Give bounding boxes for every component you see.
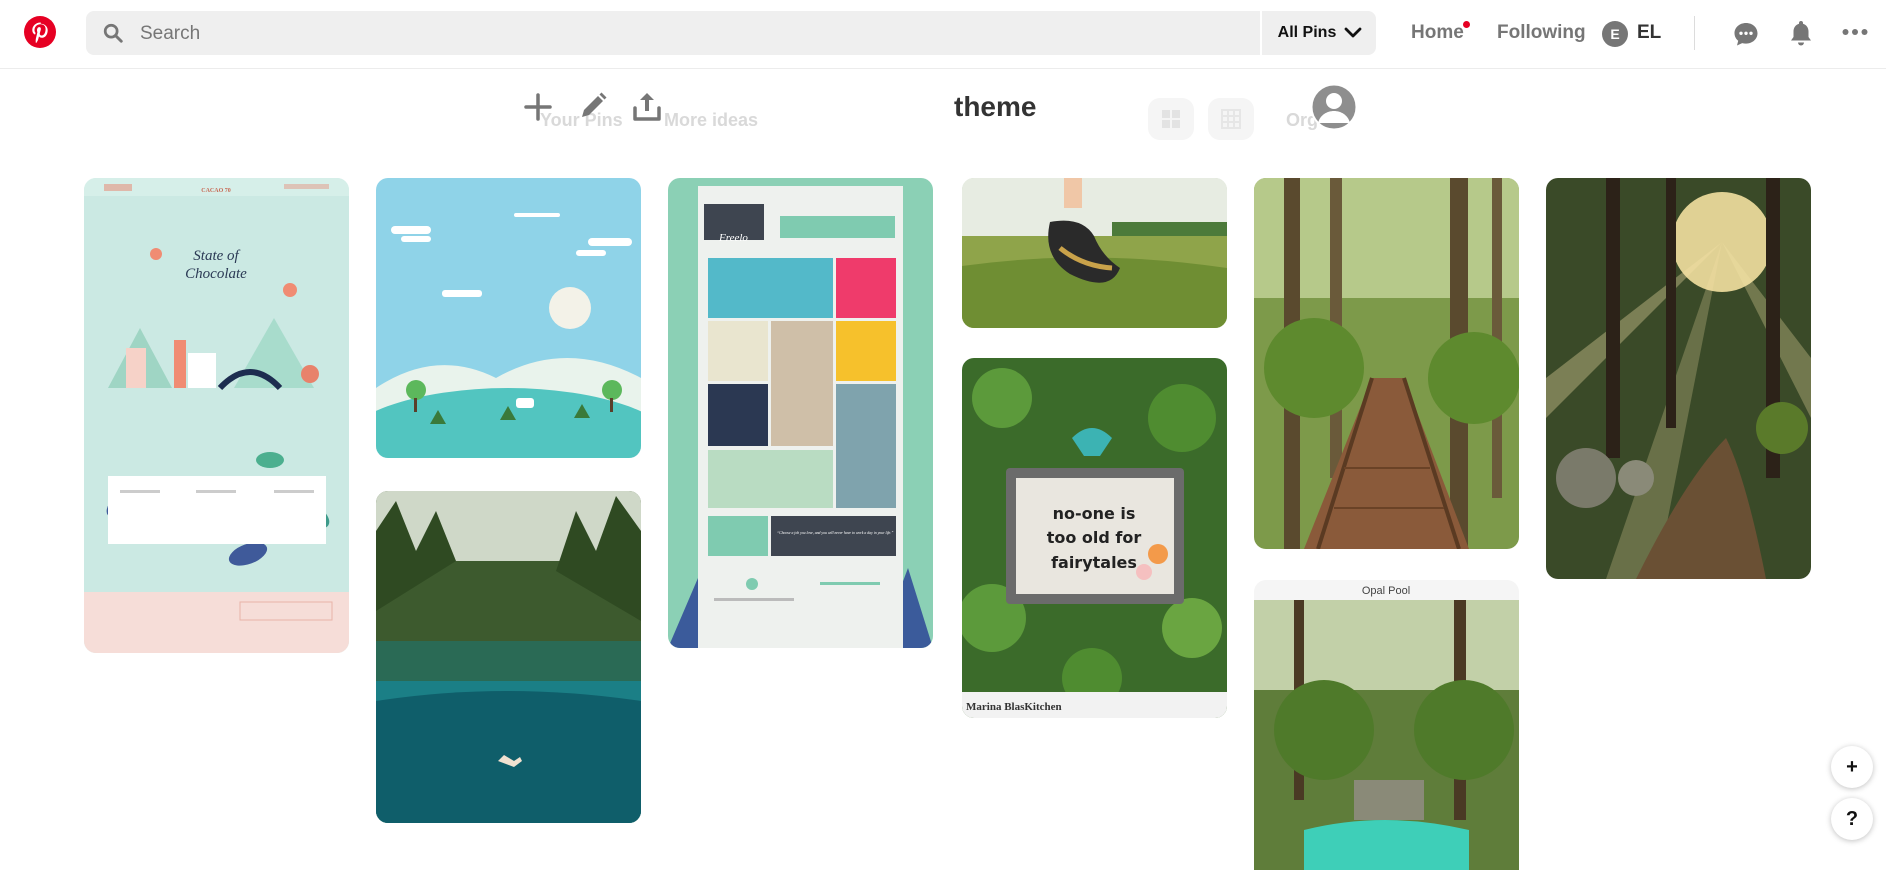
home-notification-dot: [1463, 21, 1470, 28]
pin-opal-pool[interactable]: Opal Pool: [1254, 580, 1519, 870]
nav-home[interactable]: Home: [1411, 22, 1464, 44]
cacao-headline-1: State of: [193, 248, 240, 264]
freelo-label: Freelo: [718, 232, 748, 244]
opal-pool-caption: Opal Pool: [1362, 585, 1410, 597]
search-bar: All Pins: [86, 11, 1376, 57]
search-icon: [103, 23, 123, 43]
chevron-down-icon: [1344, 27, 1362, 38]
share-icon[interactable]: [632, 90, 662, 122]
pin-cacao-website[interactable]: CACAO 70 State of Chocolate: [84, 178, 349, 653]
header-divider: [1694, 16, 1695, 50]
pin-sneakers-field[interactable]: [962, 178, 1227, 328]
pin-lake-swimmer[interactable]: [376, 491, 641, 823]
more-icon[interactable]: [1842, 28, 1868, 36]
avatar[interactable]: E: [1602, 21, 1628, 47]
fairytale-text-1: no-one is: [1053, 504, 1136, 523]
search-divider: [1260, 11, 1262, 55]
user-name[interactable]: EL: [1637, 22, 1661, 44]
search-filter-label: All Pins: [1277, 24, 1337, 41]
pin-sunrays-forest[interactable]: [1546, 178, 1811, 579]
edit-icon[interactable]: [578, 91, 608, 121]
pinterest-logo[interactable]: [24, 16, 56, 48]
pin-fairytales-frame[interactable]: no-one is too old for fairytales Marina …: [962, 358, 1227, 718]
board-title: theme: [954, 91, 1037, 122]
view-toggle-compact[interactable]: [1208, 98, 1254, 140]
top-header: All Pins Home Following E EL: [0, 0, 1886, 69]
fairytale-caption: Marina BlasKitchen: [966, 701, 1062, 713]
floating-add-button[interactable]: +: [1831, 746, 1873, 788]
pin-camping-illustration[interactable]: [376, 178, 641, 458]
profile-avatar[interactable]: [1310, 83, 1358, 131]
tab-more-ideas[interactable]: More ideas: [664, 110, 758, 131]
search-input[interactable]: [138, 11, 1142, 57]
notifications-icon[interactable]: [1788, 19, 1814, 47]
pin-forest-boardwalk[interactable]: [1254, 178, 1519, 549]
pin-freelo-website[interactable]: Freelo “Choose a job you love, and you w…: [668, 178, 933, 648]
view-toggle-grid[interactable]: [1148, 98, 1194, 140]
messages-icon[interactable]: [1732, 20, 1760, 48]
search-filter-dropdown[interactable]: All Pins: [1264, 11, 1376, 55]
fairytale-text-2: too old for: [1047, 528, 1142, 547]
cacao-headline-2: Chocolate: [185, 266, 247, 282]
fairytale-text-3: fairytales: [1051, 553, 1137, 572]
cacao-logo-text: CACAO 70: [201, 188, 231, 194]
add-icon[interactable]: [522, 91, 554, 123]
nav-following[interactable]: Following: [1497, 22, 1586, 44]
help-button[interactable]: ?: [1831, 798, 1873, 840]
